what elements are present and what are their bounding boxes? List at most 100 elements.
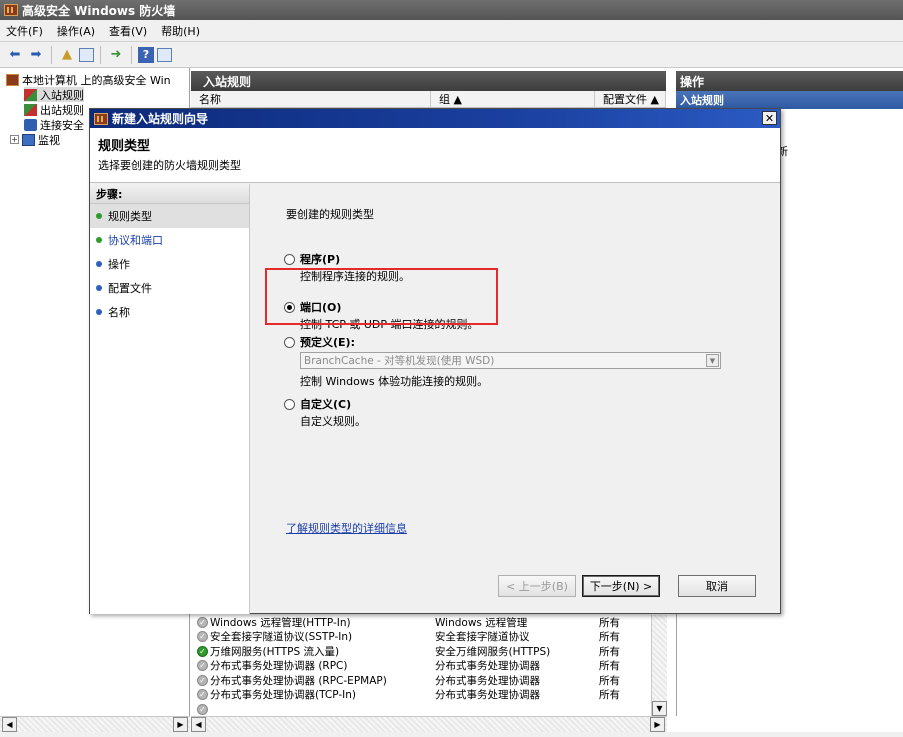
enabled-rule-icon: ✓ (197, 645, 208, 657)
tree-item-label: 入站规则 (40, 88, 84, 102)
rule-profile: 所有 (599, 616, 620, 629)
show-action-pane-icon[interactable] (157, 47, 172, 62)
table-row[interactable]: ✓ 分布式事务处理协调器 (RPC) 分布式事务处理协调器 所有 (191, 659, 651, 674)
expand-icon[interactable]: + (10, 135, 19, 144)
rule-name: 安全套接字隧道协议(SSTP-In) (210, 631, 353, 644)
table-row[interactable]: ✓ Windows 远程管理(HTTP-In) Windows 远程管理 所有 (191, 615, 651, 630)
wizard-subheading: 选择要创建的防火墙规则类型 (98, 159, 241, 172)
step-label: 规则类型 (108, 210, 152, 223)
cancel-button[interactable]: 取消 (678, 575, 756, 597)
table-row[interactable]: ✓ 分布式事务处理协调器 (RPC-EPMAP) 分布式事务处理协调器 所有 (191, 673, 651, 688)
disabled-rule-icon: ✓ (197, 674, 208, 686)
option-predefined[interactable]: 预定义(E): (284, 334, 355, 350)
menu-view[interactable]: 查看(V) (109, 23, 147, 39)
export-list-icon[interactable]: ➜ (107, 46, 125, 64)
tree-item-monitoring[interactable]: + 监视 (10, 132, 60, 147)
column-group[interactable]: 组 ▲ (431, 91, 595, 107)
toolbar: ⬅ ➡ ▲ ➜ ? (0, 42, 903, 68)
status-bar (0, 732, 903, 737)
table-row[interactable]: ✓ 分布式事务处理协调器(TCP-In) 分布式事务处理协调器 所有 (191, 688, 651, 703)
rule-group: Windows 远程管理 (435, 616, 528, 629)
step-rule-type[interactable]: 规则类型 (90, 204, 249, 228)
close-icon[interactable]: ✕ (762, 111, 777, 125)
actions-section-label: 入站规则 (680, 94, 724, 107)
rule-group: 安全套接字隧道协议 (435, 631, 530, 644)
actions-section-inbound[interactable]: 入站规则 (676, 91, 903, 109)
tree-root-label: 本地计算机 上的高级安全 Win (22, 73, 171, 87)
rule-group: 分布式事务处理协调器 (435, 674, 540, 687)
outbound-rules-icon (24, 103, 37, 116)
rule-profile: 所有 (599, 674, 620, 687)
disabled-rule-icon: ✓ (197, 689, 208, 701)
option-description: 自定义规则。 (300, 415, 366, 428)
chevron-down-icon[interactable]: ▼ (706, 354, 719, 367)
rule-name: 分布式事务处理协调器 (RPC-EPMAP) (210, 674, 387, 687)
table-row[interactable]: ✓ (191, 702, 651, 717)
menu-help[interactable]: 帮助(H) (161, 23, 200, 39)
next-button[interactable]: 下一步(N) > (582, 575, 660, 597)
actions-pane-header: 操作 (676, 71, 903, 91)
highlight-box (265, 268, 498, 325)
rules-vertical-scrollbar[interactable]: ▼ (651, 615, 667, 716)
step-label: 配置文件 (108, 282, 152, 295)
tree-horizontal-scrollbar[interactable]: ◀ ▶ (0, 716, 190, 732)
monitor-icon (22, 133, 35, 146)
option-label: 程序(P) (300, 253, 341, 266)
rule-profile: 所有 (599, 689, 620, 702)
wizard-title-bar: 新建入站规则向导 ✕ (90, 109, 780, 128)
tree-item-inbound[interactable]: 入站规则 (24, 87, 84, 102)
step-dot-icon (96, 261, 102, 267)
rule-name: 分布式事务处理协调器 (RPC) (210, 660, 348, 673)
option-custom[interactable]: 自定义(C) 自定义规则。 (284, 396, 366, 429)
step-label: 操作 (108, 258, 130, 271)
rule-group: 分布式事务处理协调器 (435, 689, 540, 702)
up-folder-icon[interactable]: ▲ (58, 46, 76, 64)
firewall-icon (6, 73, 19, 86)
table-row[interactable]: ✓ 万维网服务(HTTPS 流入量) 安全万维网服务(HTTPS) 所有 (191, 644, 651, 659)
help-icon[interactable]: ? (138, 46, 154, 63)
scroll-left-icon[interactable]: ◀ (2, 717, 17, 732)
rules-column-header: 名称 组 ▲ 配置文件 ▲ (191, 91, 666, 108)
window-title: 高级安全 Windows 防火墙 (22, 3, 176, 18)
radio-program[interactable] (284, 253, 295, 265)
menu-file[interactable]: 文件(F) (6, 23, 43, 39)
tree-item-label: 连接安全 (40, 118, 84, 132)
rules-horizontal-scrollbar[interactable]: ◀ ▶ (191, 716, 667, 732)
menu-action[interactable]: 操作(A) (57, 23, 95, 39)
rule-type-question: 要创建的规则类型 (286, 208, 374, 221)
disabled-rule-icon: ✓ (197, 616, 208, 628)
wizard-title: 新建入站规则向导 (112, 112, 209, 126)
tree-item-connection-security[interactable]: 连接安全 (24, 117, 84, 132)
table-row[interactable]: ✓ 安全套接字隧道协议(SSTP-In) 安全套接字隧道协议 所有 (191, 630, 651, 645)
show-hide-tree-icon[interactable] (79, 47, 94, 62)
forward-arrow-icon[interactable]: ➡ (27, 46, 45, 64)
firewall-icon (94, 112, 108, 125)
rule-profile: 所有 (599, 645, 620, 658)
radio-custom[interactable] (284, 398, 295, 410)
back-button[interactable]: < 上一步(B) (498, 575, 576, 597)
option-label: 自定义(C) (300, 398, 352, 411)
firewall-icon (4, 4, 18, 16)
learn-more-link[interactable]: 了解规则类型的详细信息 (286, 520, 407, 536)
scroll-right-icon[interactable]: ▶ (650, 717, 665, 732)
scroll-right-icon[interactable]: ▶ (173, 717, 188, 732)
predefined-value: BranchCache - 对等机发现(使用 WSD) (304, 355, 495, 367)
tree-item-label: 监视 (38, 133, 60, 147)
wizard-heading: 规则类型 (98, 139, 151, 154)
tree-root[interactable]: 本地计算机 上的高级安全 Win (6, 72, 171, 87)
step-action: 操作 (90, 252, 249, 276)
disabled-rule-icon: ✓ (197, 660, 208, 672)
rules-pane-header: 入站规则 (191, 71, 666, 91)
step-dot-icon (96, 309, 102, 315)
scroll-left-icon[interactable]: ◀ (191, 717, 206, 732)
rule-group: 分布式事务处理协调器 (435, 660, 540, 673)
back-arrow-icon[interactable]: ⬅ (6, 46, 24, 64)
radio-predefined[interactable] (284, 336, 295, 348)
wizard-header: 规则类型 选择要创建的防火墙规则类型 (90, 128, 780, 183)
tree-item-outbound[interactable]: 出站规则 (24, 102, 84, 117)
scroll-down-icon[interactable]: ▼ (652, 701, 667, 716)
predefined-select[interactable]: BranchCache - 对等机发现(使用 WSD) ▼ (300, 352, 721, 369)
column-profile[interactable]: 配置文件 ▲ (595, 91, 666, 107)
column-name[interactable]: 名称 (191, 91, 431, 107)
step-protocol-ports[interactable]: 协议和端口 (90, 228, 249, 252)
